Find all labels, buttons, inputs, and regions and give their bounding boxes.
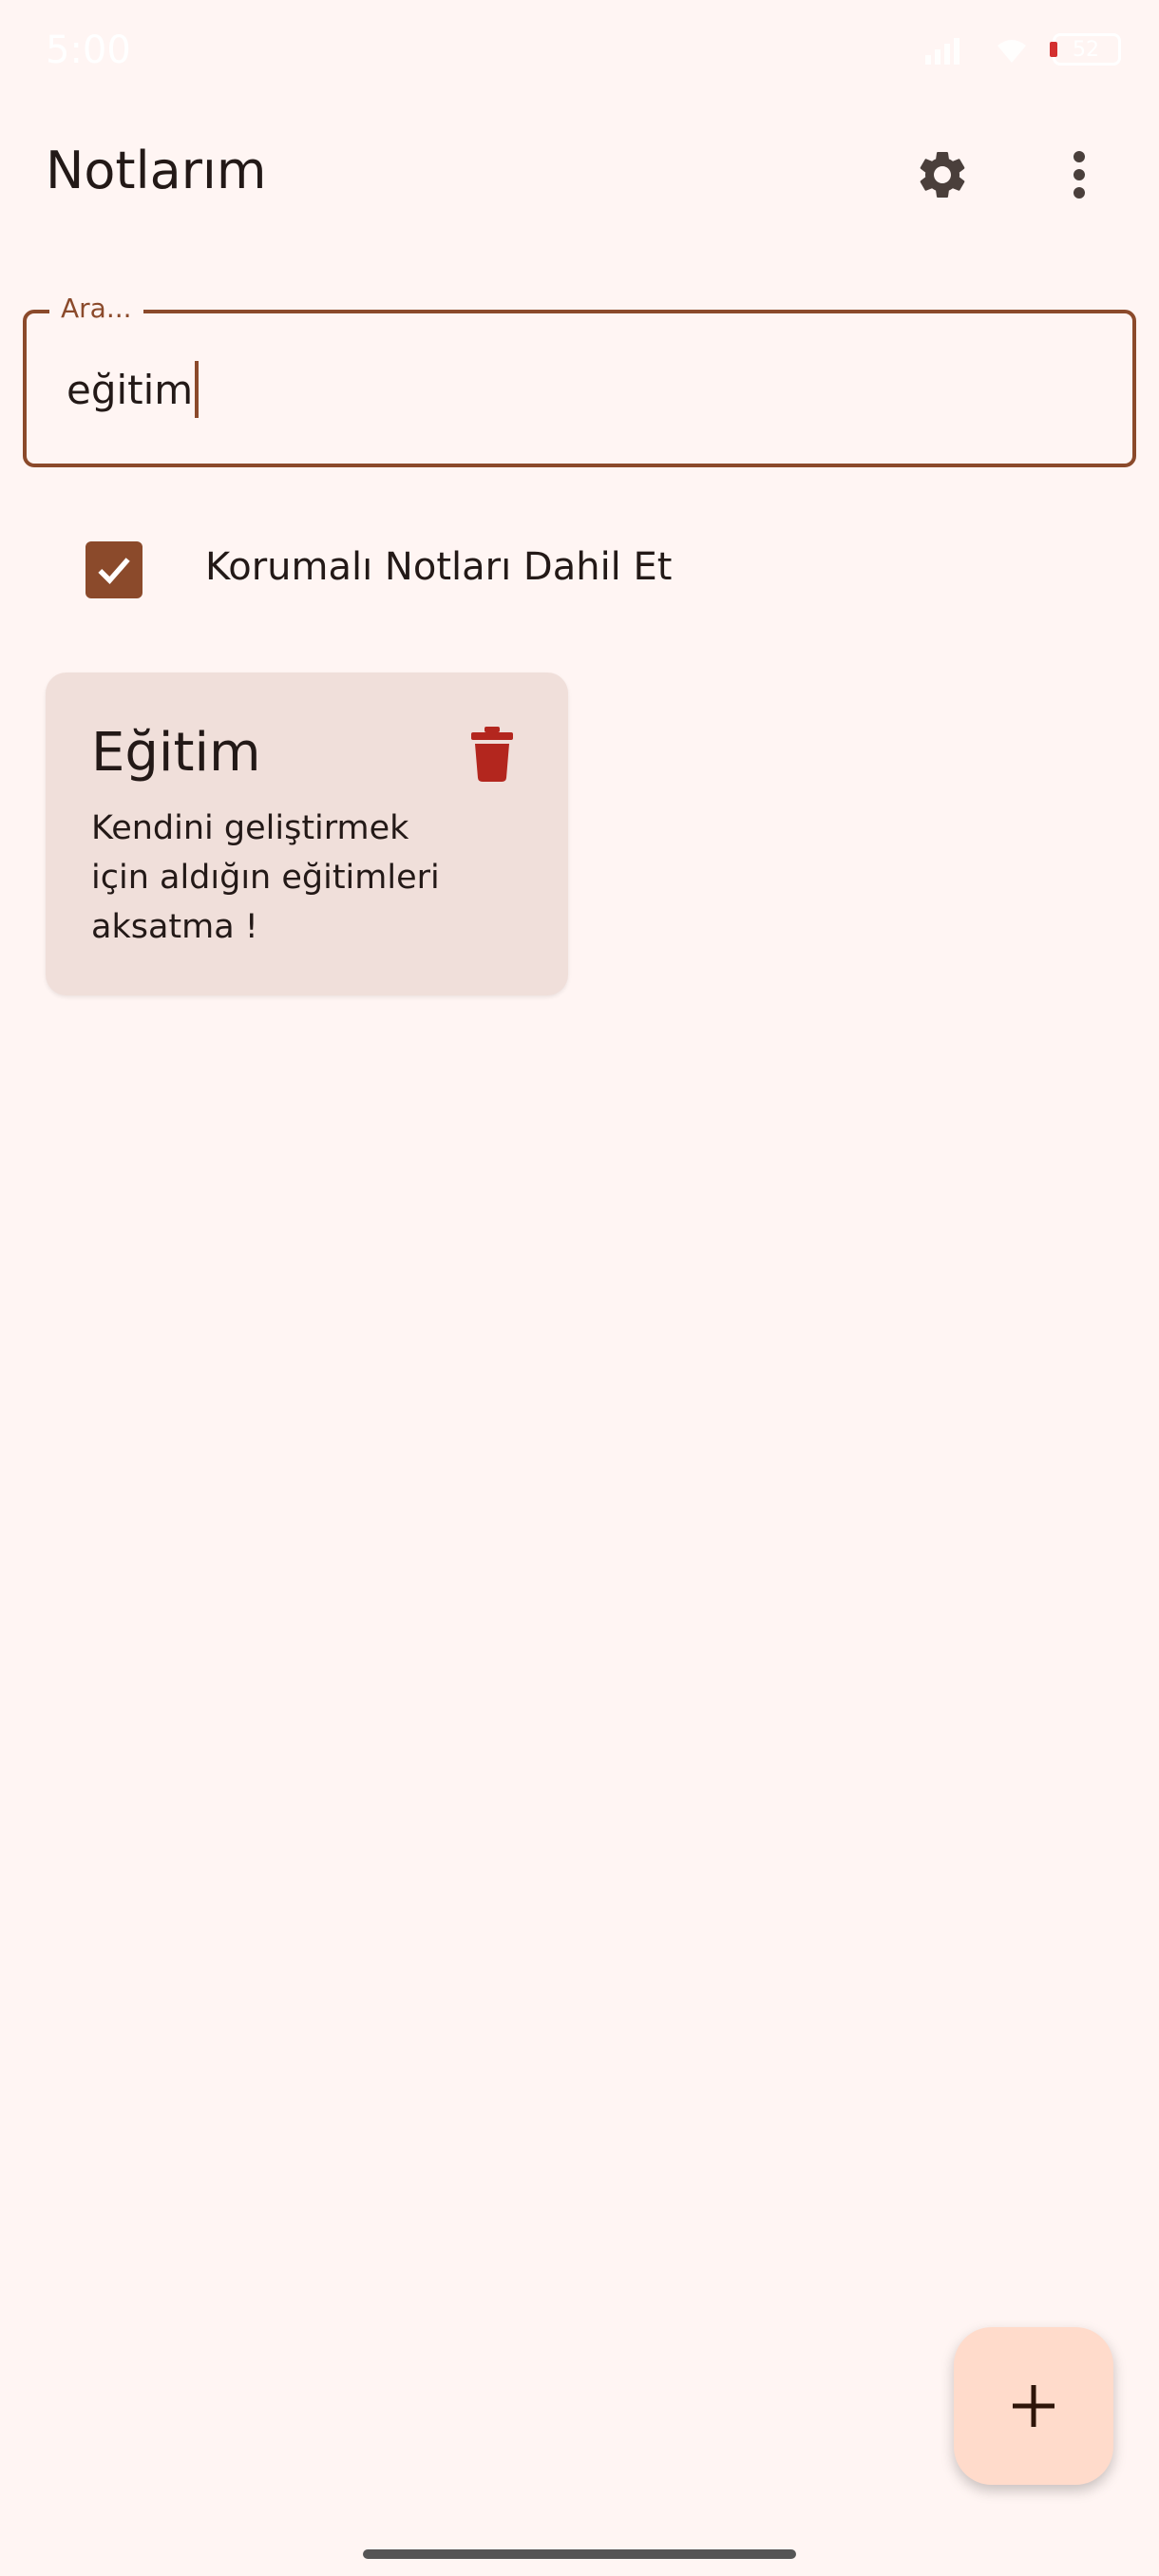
home-indicator[interactable] <box>363 2549 796 2559</box>
page-title: Notlarım <box>46 141 267 200</box>
check-icon <box>98 558 130 585</box>
signal-icon <box>925 38 960 65</box>
battery-level: 52 <box>1073 38 1099 62</box>
status-bar: 5:00 52 <box>0 0 1159 104</box>
include-protected-checkbox[interactable] <box>86 541 142 598</box>
more-vert-icon <box>1074 151 1085 199</box>
search-value: eğitim <box>66 366 194 413</box>
wifi-icon <box>998 40 1026 63</box>
delete-note-button[interactable] <box>462 720 522 788</box>
status-time: 5:00 <box>46 28 131 72</box>
include-protected-label[interactable]: Korumalı Notları Dahil Et <box>205 545 672 589</box>
text-caret <box>195 361 200 418</box>
note-title: Eğitim <box>91 722 261 784</box>
note-body: Kendini geliştirmek için aldığın eğitiml… <box>91 809 440 946</box>
battery-icon: 52 <box>1050 33 1121 66</box>
trash-icon <box>471 727 513 782</box>
note-card[interactable]: Eğitim Kendini geliştirmek için aldığın … <box>46 672 568 995</box>
settings-button[interactable] <box>904 137 980 213</box>
more-options-button[interactable] <box>1041 137 1117 213</box>
search-value-container[interactable]: eğitim <box>66 361 200 418</box>
search-label: Ara... <box>49 293 143 324</box>
gear-icon <box>920 152 965 198</box>
add-note-button[interactable] <box>954 2327 1113 2485</box>
status-icons: 52 <box>923 32 1121 66</box>
plus-icon <box>1013 2385 1054 2427</box>
